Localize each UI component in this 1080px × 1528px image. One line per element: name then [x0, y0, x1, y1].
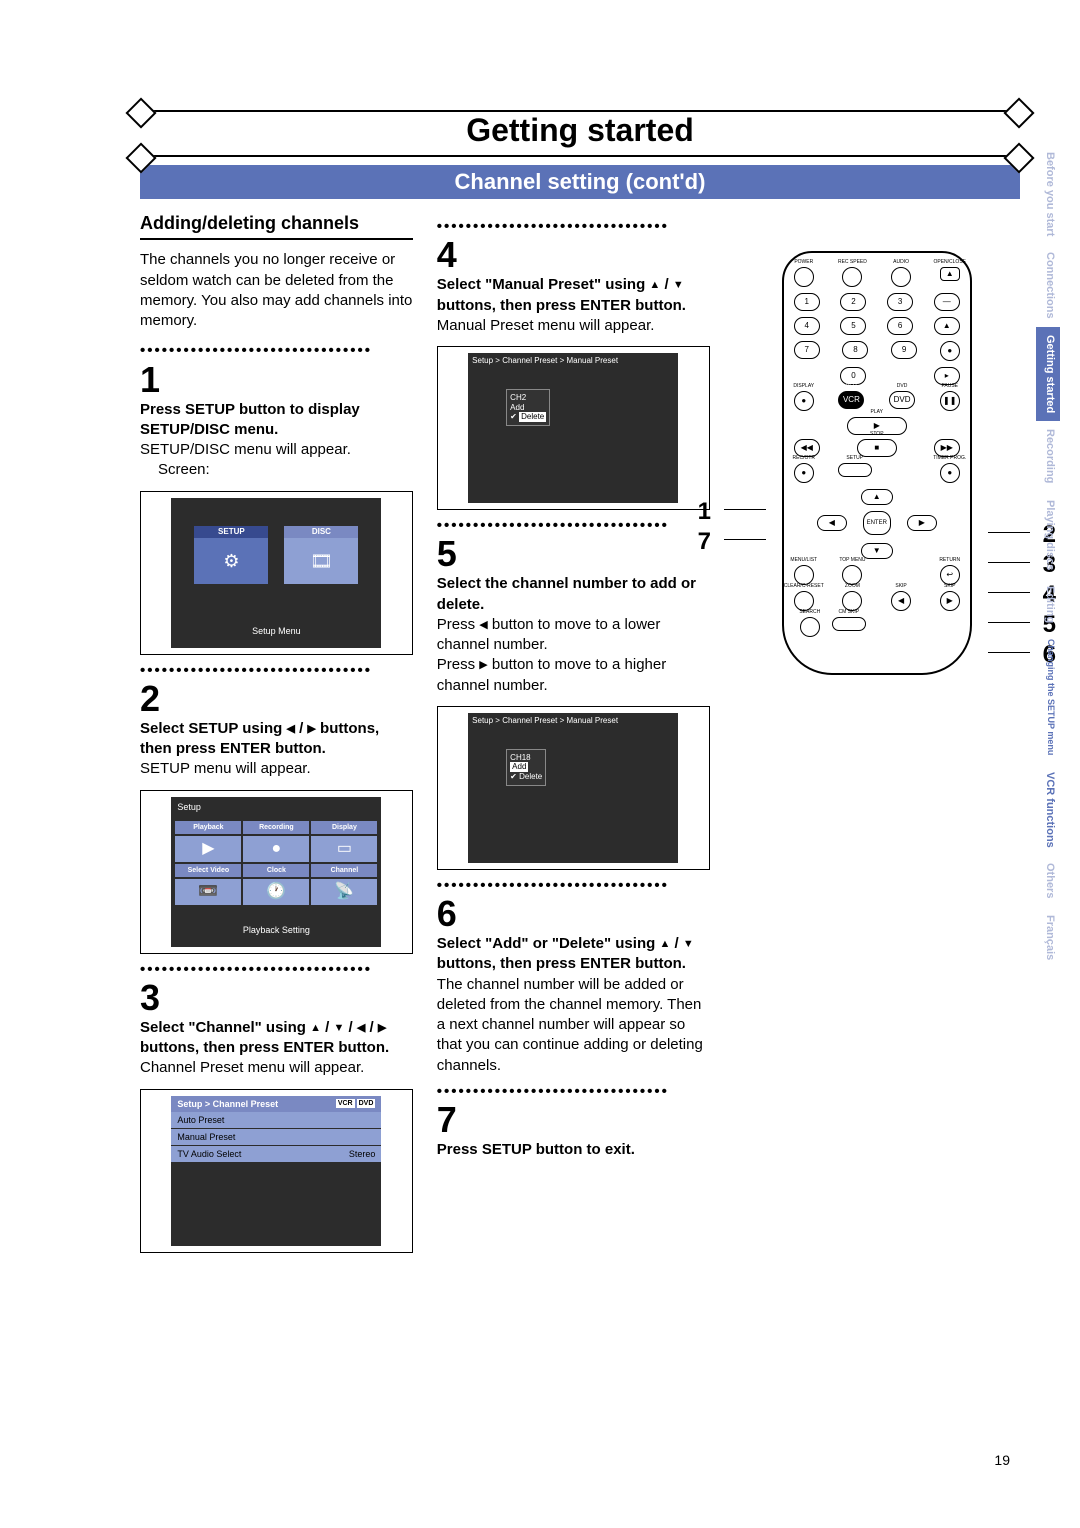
step-number: 3 — [140, 980, 413, 1016]
step-text: Press ▶ button to move to a higher chann… — [437, 655, 710, 696]
screen-channel-preset: Setup > Channel PresetVCRDVD Auto Preset… — [140, 1089, 413, 1253]
screen-manual-preset-2: Setup > Channel Preset > Manual Preset C… — [437, 706, 710, 870]
step-divider: •••••••••••••••••••••••••••••••• — [140, 960, 413, 980]
tab-connections: Connections — [1036, 244, 1060, 327]
step-result: The channel number will be added or dele… — [437, 975, 710, 1076]
step-divider: •••••••••••••••••••••••••••••••• — [437, 1082, 710, 1102]
step-instruction: Select "Channel" using ▲ / ▼ / ◀ / ▶ but… — [140, 1018, 413, 1059]
tab-getting-started: Getting started — [1036, 327, 1060, 421]
step-number: 6 — [437, 896, 710, 932]
step-instruction: Press SETUP button to display SETUP/DISC… — [140, 400, 413, 441]
tab-others: Others — [1036, 855, 1060, 906]
step-number: 7 — [437, 1102, 710, 1138]
step-number: 1 — [140, 362, 413, 398]
column-2: •••••••••••••••••••••••••••••••• 4 Selec… — [437, 211, 710, 1257]
side-tabs: Before you start Connections Getting sta… — [1036, 144, 1060, 968]
screen-setup-grid: Setup Playback Recording Display ▶ ● ▭ S… — [140, 790, 413, 954]
step-divider: •••••••••••••••••••••••••••••••• — [140, 341, 413, 361]
tab-recording: Recording — [1036, 421, 1060, 491]
remote-diagram: POWERREC SPEEDAUDIOOPEN/CLOSE▲ 123— 456▲… — [782, 251, 972, 675]
tab-vcr: VCR functions — [1036, 764, 1060, 856]
tab-setup-menu: Changing the SETUP menu — [1036, 631, 1060, 763]
step-result: Manual Preset menu will appear. — [437, 316, 710, 336]
step-number: 4 — [437, 237, 710, 273]
step-instruction: Select "Add" or "Delete" using ▲ / ▼ but… — [437, 934, 710, 975]
step-text: Press ◀ button to move to a lower channe… — [437, 615, 710, 656]
page-number: 19 — [994, 1452, 1010, 1468]
step-instruction: Select SETUP using ◀ / ▶ buttons, then p… — [140, 719, 413, 760]
callout-7: 7 — [698, 526, 711, 558]
screen-setup-disc: SETUP⚙ DISC🎞 Setup Menu — [140, 491, 413, 655]
tab-editing: Editing — [1036, 578, 1060, 631]
subheading: Adding/deleting channels — [140, 211, 413, 240]
column-1: Adding/deleting channels The channels yo… — [140, 211, 413, 1257]
step-number: 5 — [437, 536, 710, 572]
section-subtitle: Channel setting (cont'd) — [140, 165, 1020, 199]
column-3: 1 7 2 3 4 5 6 POWERREC SPEEDAUDIOOPEN/CL… — [734, 211, 1020, 1257]
step-divider: •••••••••••••••••••••••••••••••• — [437, 876, 710, 896]
step-divider: •••••••••••••••••••••••••••••••• — [437, 217, 710, 237]
step-instruction: Select "Manual Preset" using ▲ / ▼ butto… — [437, 275, 710, 316]
tab-playing: Playing discs — [1036, 492, 1060, 578]
step-number: 2 — [140, 681, 413, 717]
section-banner: Getting started — [140, 110, 1020, 157]
screen-manual-preset-1: Setup > Channel Preset > Manual Preset C… — [437, 346, 710, 510]
callout-1: 1 — [698, 496, 711, 528]
step-result: Channel Preset menu will appear. — [140, 1058, 413, 1078]
intro-text: The channels you no longer receive or se… — [140, 250, 413, 331]
tab-francais: Français — [1036, 907, 1060, 968]
step-result: SETUP menu will appear. — [140, 759, 413, 779]
step-divider: •••••••••••••••••••••••••••••••• — [140, 661, 413, 681]
tab-before: Before you start — [1036, 144, 1060, 244]
step-result: SETUP/DISC menu will appear. — [140, 440, 413, 460]
step-indent: Screen: — [140, 460, 413, 480]
section-title: Getting started — [140, 112, 1020, 149]
step-instruction: Select the channel number to add or dele… — [437, 574, 710, 615]
step-divider: •••••••••••••••••••••••••••••••• — [437, 516, 710, 536]
step-instruction: Press SETUP button to exit. — [437, 1140, 710, 1160]
